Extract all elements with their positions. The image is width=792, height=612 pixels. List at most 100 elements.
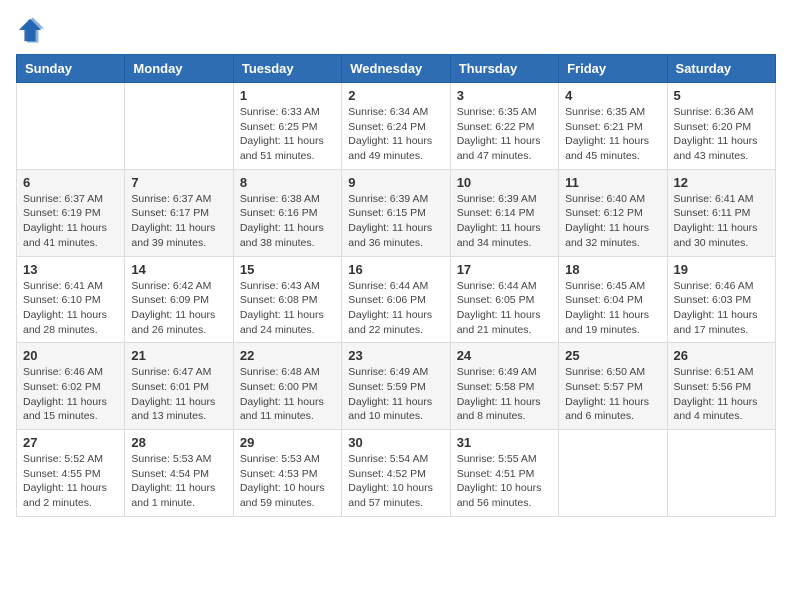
calendar-cell: 1 Sunrise: 6:33 AM Sunset: 6:25 PM Daylig… [233,83,341,170]
calendar-cell: 11Sunrise: 6:40 AM Sunset: 6:12 PM Dayli… [559,169,667,256]
day-info: Sunrise: 6:46 AM Sunset: 6:03 PM Dayligh… [674,279,769,338]
calendar-cell: 6 Sunrise: 6:37 AM Sunset: 6:19 PM Daylig… [17,169,125,256]
calendar-cell: 24 Sunrise: 6:49 AM Sunset: 5:58 PM Dayli… [450,343,558,430]
day-info: Sunrise: 6:43 AM Sunset: 6:08 PM Dayligh… [240,279,335,338]
day-header-friday: Friday [559,55,667,83]
day-info: Sunrise: 6:46 AM Sunset: 6:02 PM Dayligh… [23,365,118,424]
day-info: Sunrise: 6:35 AM Sunset: 6:22 PM Dayligh… [457,105,552,164]
day-number: 26 [674,348,769,363]
calendar-week-row: 13Sunrise: 6:41 AM Sunset: 6:10 PM Dayli… [17,256,776,343]
calendar-cell: 28 Sunrise: 5:53 AM Sunset: 4:54 PM Dayli… [125,430,233,517]
day-number: 7 [131,175,226,190]
calendar-cell: 17 Sunrise: 6:44 AM Sunset: 6:05 PM Dayli… [450,256,558,343]
day-number: 14 [131,262,226,277]
day-info: Sunrise: 6:39 AM Sunset: 6:15 PM Dayligh… [348,192,443,251]
day-info: Sunrise: 6:35 AM Sunset: 6:21 PM Dayligh… [565,105,660,164]
day-info: Sunrise: 6:37 AM Sunset: 6:17 PM Dayligh… [131,192,226,251]
calendar-week-row: 1 Sunrise: 6:33 AM Sunset: 6:25 PM Daylig… [17,83,776,170]
day-number: 21 [131,348,226,363]
day-info: Sunrise: 6:36 AM Sunset: 6:20 PM Dayligh… [674,105,769,164]
calendar-cell: 5 Sunrise: 6:36 AM Sunset: 6:20 PM Daylig… [667,83,775,170]
calendar-cell: 18 Sunrise: 6:45 AM Sunset: 6:04 PM Dayli… [559,256,667,343]
calendar-cell: 21 Sunrise: 6:47 AM Sunset: 6:01 PM Dayli… [125,343,233,430]
day-info: Sunrise: 6:42 AM Sunset: 6:09 PM Dayligh… [131,279,226,338]
calendar-cell [125,83,233,170]
day-info: Sunrise: 6:44 AM Sunset: 6:06 PM Dayligh… [348,279,443,338]
logo-icon [16,16,44,44]
day-number: 8 [240,175,335,190]
day-info: Sunrise: 5:53 AM Sunset: 4:54 PM Dayligh… [131,452,226,511]
calendar-cell: 3 Sunrise: 6:35 AM Sunset: 6:22 PM Daylig… [450,83,558,170]
calendar-cell: 20 Sunrise: 6:46 AM Sunset: 6:02 PM Dayli… [17,343,125,430]
day-number: 24 [457,348,552,363]
day-number: 22 [240,348,335,363]
page-header [16,16,776,44]
day-number: 4 [565,88,660,103]
calendar-cell [559,430,667,517]
day-info: Sunrise: 5:53 AM Sunset: 4:53 PM Dayligh… [240,452,335,511]
calendar-cell: 22 Sunrise: 6:48 AM Sunset: 6:00 PM Dayli… [233,343,341,430]
day-number: 10 [457,175,552,190]
day-info: Sunrise: 6:49 AM Sunset: 5:58 PM Dayligh… [457,365,552,424]
day-number: 23 [348,348,443,363]
calendar-cell: 23 Sunrise: 6:49 AM Sunset: 5:59 PM Dayli… [342,343,450,430]
calendar-cell: 9 Sunrise: 6:39 AM Sunset: 6:15 PM Daylig… [342,169,450,256]
day-number: 12 [674,175,769,190]
day-info: Sunrise: 6:41 AM Sunset: 6:10 PM Dayligh… [23,279,118,338]
calendar-cell: 29 Sunrise: 5:53 AM Sunset: 4:53 PM Dayli… [233,430,341,517]
day-info: Sunrise: 6:39 AM Sunset: 6:14 PM Dayligh… [457,192,552,251]
day-info: Sunrise: 6:47 AM Sunset: 6:01 PM Dayligh… [131,365,226,424]
day-info: Sunrise: 5:55 AM Sunset: 4:51 PM Dayligh… [457,452,552,511]
day-number: 6 [23,175,118,190]
day-number: 30 [348,435,443,450]
day-info: Sunrise: 6:40 AM Sunset: 6:12 PM Dayligh… [565,192,660,251]
day-info: Sunrise: 5:52 AM Sunset: 4:55 PM Dayligh… [23,452,118,511]
calendar-cell: 14 Sunrise: 6:42 AM Sunset: 6:09 PM Dayli… [125,256,233,343]
day-number: 25 [565,348,660,363]
calendar-week-row: 27 Sunrise: 5:52 AM Sunset: 4:55 PM Dayli… [17,430,776,517]
day-info: Sunrise: 6:34 AM Sunset: 6:24 PM Dayligh… [348,105,443,164]
day-number: 27 [23,435,118,450]
day-number: 15 [240,262,335,277]
calendar-cell [17,83,125,170]
day-number: 28 [131,435,226,450]
day-number: 1 [240,88,335,103]
calendar-cell: 19Sunrise: 6:46 AM Sunset: 6:03 PM Dayli… [667,256,775,343]
calendar-cell: 10 Sunrise: 6:39 AM Sunset: 6:14 PM Dayli… [450,169,558,256]
day-info: Sunrise: 6:48 AM Sunset: 6:00 PM Dayligh… [240,365,335,424]
calendar-cell: 13Sunrise: 6:41 AM Sunset: 6:10 PM Dayli… [17,256,125,343]
calendar-cell: 12 Sunrise: 6:41 AM Sunset: 6:11 PM Dayli… [667,169,775,256]
day-number: 20 [23,348,118,363]
calendar-cell: 16Sunrise: 6:44 AM Sunset: 6:06 PM Dayli… [342,256,450,343]
calendar-cell: 27 Sunrise: 5:52 AM Sunset: 4:55 PM Dayli… [17,430,125,517]
day-number: 31 [457,435,552,450]
day-info: Sunrise: 6:51 AM Sunset: 5:56 PM Dayligh… [674,365,769,424]
day-info: Sunrise: 6:50 AM Sunset: 5:57 PM Dayligh… [565,365,660,424]
day-info: Sunrise: 6:49 AM Sunset: 5:59 PM Dayligh… [348,365,443,424]
day-header-monday: Monday [125,55,233,83]
day-header-wednesday: Wednesday [342,55,450,83]
day-info: Sunrise: 6:37 AM Sunset: 6:19 PM Dayligh… [23,192,118,251]
day-info: Sunrise: 6:33 AM Sunset: 6:25 PM Dayligh… [240,105,335,164]
calendar-table: SundayMondayTuesdayWednesdayThursdayFrid… [16,54,776,517]
day-info: Sunrise: 6:38 AM Sunset: 6:16 PM Dayligh… [240,192,335,251]
day-number: 17 [457,262,552,277]
calendar-week-row: 6 Sunrise: 6:37 AM Sunset: 6:19 PM Daylig… [17,169,776,256]
day-header-sunday: Sunday [17,55,125,83]
day-number: 29 [240,435,335,450]
logo [16,16,48,44]
day-number: 5 [674,88,769,103]
day-number: 18 [565,262,660,277]
day-info: Sunrise: 6:45 AM Sunset: 6:04 PM Dayligh… [565,279,660,338]
day-number: 9 [348,175,443,190]
day-header-tuesday: Tuesday [233,55,341,83]
calendar-cell: 4 Sunrise: 6:35 AM Sunset: 6:21 PM Daylig… [559,83,667,170]
day-number: 2 [348,88,443,103]
day-info: Sunrise: 6:44 AM Sunset: 6:05 PM Dayligh… [457,279,552,338]
day-number: 3 [457,88,552,103]
calendar-cell [667,430,775,517]
day-header-thursday: Thursday [450,55,558,83]
day-info: Sunrise: 6:41 AM Sunset: 6:11 PM Dayligh… [674,192,769,251]
calendar-cell: 8 Sunrise: 6:38 AM Sunset: 6:16 PM Daylig… [233,169,341,256]
calendar-header-row: SundayMondayTuesdayWednesdayThursdayFrid… [17,55,776,83]
